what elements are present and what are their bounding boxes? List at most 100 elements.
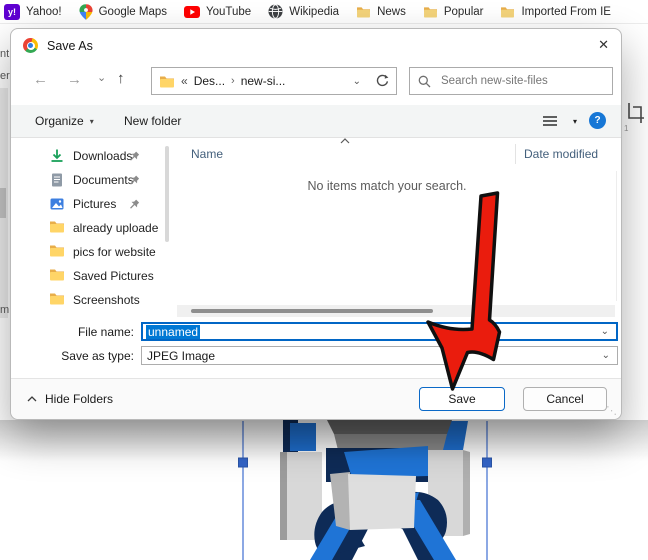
bookmark-label: Wikipedia — [289, 6, 339, 18]
new-folder-button[interactable]: New folder — [124, 105, 181, 137]
breadcrumb-item[interactable]: Des... — [194, 74, 225, 88]
clipped-text: m, — [0, 304, 10, 316]
bookmark-yahoo[interactable]: y! Yahoo! — [4, 4, 62, 20]
folder-icon — [423, 6, 438, 18]
folder-sidebar: Downloads Documents Pictures — [11, 137, 177, 321]
bookmark-label: News — [377, 6, 406, 18]
breadcrumb-overflow[interactable]: « — [181, 74, 188, 88]
search-icon — [418, 75, 431, 88]
column-header-name[interactable]: Name — [191, 147, 223, 161]
pin-icon[interactable] — [129, 151, 140, 162]
address-dropdown-chevron-icon[interactable]: ⌄ — [353, 76, 361, 87]
clipped-text: er, — [0, 70, 10, 82]
bookmark-label: Yahoo! — [26, 6, 62, 18]
pin-icon[interactable] — [129, 175, 140, 186]
help-button[interactable]: ? — [589, 112, 606, 129]
vertical-scrollbar[interactable] — [616, 171, 617, 301]
selection-handle-right[interactable] — [483, 458, 492, 467]
cancel-button[interactable]: Cancel — [523, 387, 607, 411]
search-input[interactable] — [439, 74, 612, 88]
up-icon[interactable]: ↑ — [117, 70, 125, 87]
sidebar-item-label: Saved Pictures — [73, 269, 177, 283]
organize-button[interactable]: Organize ▾ — [35, 105, 94, 137]
sidebar-item-label: pics for website — [73, 245, 177, 259]
breadcrumb-separator: › — [231, 75, 235, 87]
help-glyph: ? — [594, 115, 600, 126]
folder-icon — [500, 6, 515, 18]
search-box[interactable] — [409, 67, 613, 95]
sidebar-item-saved-pictures[interactable]: Saved Pictures — [11, 264, 177, 288]
chrome-icon — [23, 38, 38, 53]
sidebar-item-downloads[interactable]: Downloads — [11, 144, 177, 168]
folder-icon — [49, 244, 65, 260]
resize-grip-icon[interactable]: ⋱ — [606, 404, 617, 417]
save-as-type-select[interactable]: JPEG Image ⌄ — [141, 346, 618, 365]
file-name-label: File name: — [11, 325, 134, 339]
bookmark-label: Imported From IE — [521, 6, 610, 18]
youtube-icon — [184, 6, 200, 18]
pin-icon[interactable] — [129, 199, 140, 210]
sidebar-item-documents[interactable]: Documents — [11, 168, 177, 192]
sidebar-item-label: Downloads — [73, 149, 169, 163]
file-name-input[interactable]: unnamed ⌄ — [141, 322, 618, 341]
dialog-footer: Hide Folders Save Cancel ⋱ — [11, 378, 621, 419]
bookmark-youtube[interactable]: YouTube — [184, 6, 251, 18]
sidebar-item-already-uploaded[interactable]: already uploade — [11, 216, 177, 240]
chevron-down-icon[interactable]: ⌄ — [602, 350, 610, 361]
bookmark-folder-popular[interactable]: Popular — [423, 6, 484, 18]
bookmark-folder-news[interactable]: News — [356, 6, 406, 18]
sidebar-scrollbar[interactable] — [165, 146, 169, 242]
google-maps-pin-icon — [79, 4, 93, 20]
download-icon — [49, 148, 65, 164]
save-as-dialog: Save As ✕ ← → ⌄ ↑ « Des... › new-si... ⌄ — [10, 28, 622, 420]
horizontal-scrollbar-thumb[interactable] — [191, 309, 433, 313]
address-bar[interactable]: « Des... › new-si... ⌄ — [151, 67, 397, 95]
bookmark-label: YouTube — [206, 6, 251, 18]
folder-icon — [49, 292, 65, 308]
sort-ascending-icon[interactable] — [340, 138, 350, 144]
crop-tool-icon[interactable] — [626, 102, 646, 124]
chevron-up-icon — [27, 396, 37, 402]
sidebar-item-pictures[interactable]: Pictures — [11, 192, 177, 216]
ruler-mark: 1 — [624, 124, 628, 133]
chevron-down-icon: ▾ — [573, 117, 577, 126]
page-behind-right-edge: 1 — [622, 24, 648, 420]
view-options-chevron[interactable]: ▾ — [573, 105, 577, 137]
folder-icon — [159, 75, 175, 88]
screen: y! Yahoo! Google Maps — [0, 0, 648, 560]
save-button[interactable]: Save — [419, 387, 505, 411]
close-icon[interactable]: ✕ — [598, 37, 609, 53]
bookmark-google-maps[interactable]: Google Maps — [79, 4, 167, 20]
forward-icon[interactable]: → — [67, 71, 82, 88]
horizontal-scrollbar[interactable] — [177, 305, 615, 317]
page-behind-scroll-thumb[interactable] — [0, 188, 6, 218]
yahoo-icon: y! — [4, 4, 20, 20]
clipped-text: nt — [0, 48, 9, 60]
column-header-date-modified[interactable]: Date modified — [524, 147, 598, 161]
cancel-label: Cancel — [546, 392, 583, 406]
selection-handle-left[interactable] — [239, 458, 248, 467]
folder-icon — [49, 268, 65, 284]
recent-locations-chevron-icon[interactable]: ⌄ — [97, 71, 106, 84]
back-icon[interactable]: ← — [33, 71, 48, 88]
dialog-titlebar: Save As ✕ — [11, 29, 621, 63]
sidebar-item-pics-for-website[interactable]: pics for website — [11, 240, 177, 264]
bookmarks-bar: y! Yahoo! Google Maps — [0, 0, 648, 24]
view-options-button[interactable] — [543, 105, 557, 137]
breadcrumb-item[interactable]: new-si... — [241, 74, 286, 88]
folder-icon — [49, 220, 65, 236]
save-as-type-label: Save as type: — [11, 349, 134, 363]
chevron-down-icon[interactable]: ⌄ — [601, 326, 609, 337]
hide-folders-button[interactable]: Hide Folders — [27, 379, 113, 419]
bookmark-label: Popular — [444, 6, 484, 18]
robot-shapes — [280, 420, 470, 560]
save-label: Save — [448, 392, 475, 406]
bookmark-folder-imported[interactable]: Imported From IE — [500, 6, 610, 18]
dialog-toolbar: Organize ▾ New folder ▾ ? — [11, 105, 621, 138]
sidebar-item-label: already uploade — [73, 221, 177, 235]
column-divider[interactable] — [515, 144, 516, 164]
chevron-down-icon: ▾ — [90, 117, 94, 126]
refresh-icon[interactable] — [375, 74, 389, 88]
sidebar-item-screenshots[interactable]: Screenshots — [11, 288, 177, 312]
bookmark-wikipedia[interactable]: Wikipedia — [268, 4, 339, 19]
